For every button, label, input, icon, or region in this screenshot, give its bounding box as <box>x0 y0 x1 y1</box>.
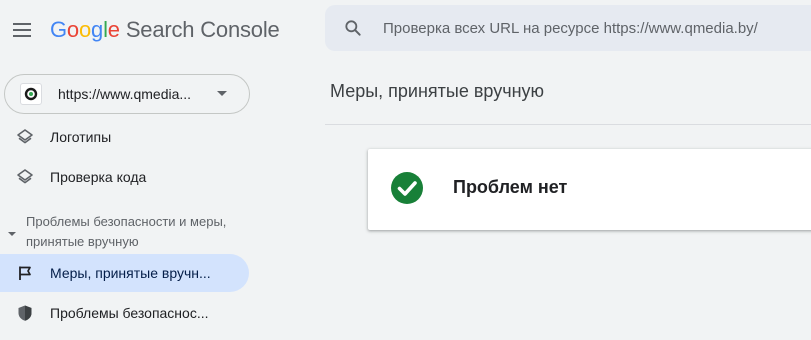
shield-icon <box>16 304 34 322</box>
status-card: Проблем нет <box>368 149 811 230</box>
logo-letter: g <box>91 17 104 42</box>
sidebar-item-label: Проверка кода <box>50 169 147 185</box>
logo-letter: o <box>66 17 79 42</box>
sidebar-item-logos[interactable]: Логотипы <box>0 118 249 156</box>
property-selector[interactable]: https://www.qmedia... <box>4 74 250 114</box>
sidebar-item-label: Проблемы безопаснос... <box>50 305 209 321</box>
collapse-arrow-icon <box>8 232 16 236</box>
layers-icon <box>16 168 34 186</box>
divider <box>325 124 811 125</box>
sidebar-item-label: Меры, принятые вручн... <box>50 265 211 281</box>
sidebar-item-security-issues[interactable]: Проблемы безопаснос... <box>0 294 249 332</box>
layers-icon <box>16 128 34 146</box>
url-inspection-search[interactable] <box>325 5 811 51</box>
logo-letter: o <box>78 17 92 42</box>
logo-letter: e <box>107 17 120 42</box>
check-circle-icon <box>391 172 423 204</box>
product-name: Search Console <box>125 17 280 42</box>
flag-icon <box>16 264 34 282</box>
dropdown-arrow-icon <box>217 91 227 96</box>
sidebar-item-code-check[interactable]: Проверка кода <box>0 158 249 196</box>
site-favicon <box>20 83 42 105</box>
sidebar-item-manual-actions[interactable]: Меры, принятые вручн... <box>0 254 249 292</box>
google-search-console-logo[interactable]: Google Search Console <box>50 15 280 45</box>
page-title: Меры, принятые вручную <box>330 81 545 101</box>
property-url: https://www.qmedia... <box>58 86 192 102</box>
search-input[interactable] <box>383 19 811 37</box>
sidebar-item-label: Логотипы <box>50 129 112 145</box>
section-title: Проблемы безопасности и меры, принятые в… <box>26 214 227 249</box>
search-icon <box>345 20 361 36</box>
main-menu-button[interactable] <box>9 17 35 43</box>
status-message: Проблем нет <box>453 177 568 197</box>
menu-icon <box>13 23 31 37</box>
logo-letter: G <box>50 17 67 42</box>
